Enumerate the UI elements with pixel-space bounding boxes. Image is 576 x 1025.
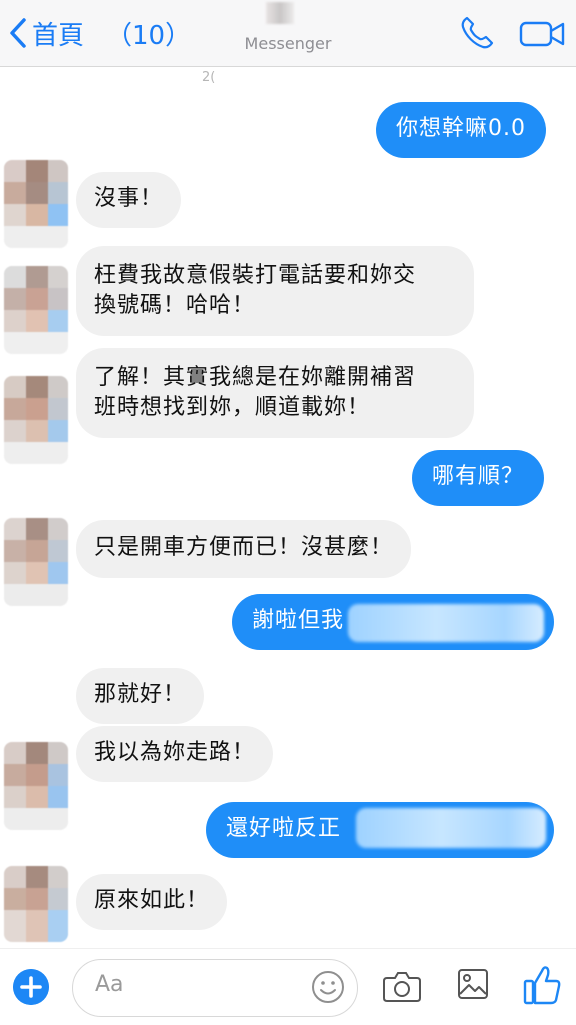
avatar[interactable] [4,266,68,354]
contact-name-redacted [266,2,294,24]
avatar[interactable] [4,518,68,606]
avatar[interactable] [4,376,68,464]
message-incoming[interactable]: 那就好！ [76,668,205,724]
message-incoming[interactable]: 我以為妳走路！ [76,726,274,782]
gallery-icon[interactable] [456,967,490,1001]
message-incoming[interactable]: 沒事！ [76,172,182,228]
camera-icon[interactable] [382,969,422,1003]
redacted-text [356,808,546,848]
chat-header: 首頁 （10） Messenger [0,0,576,67]
thumbs-up-icon[interactable] [522,963,562,1007]
message-outgoing[interactable]: 哪有順？ [412,450,545,506]
redacted-text [348,604,544,642]
avatar[interactable] [4,160,68,248]
message-outgoing[interactable]: 還好啦反正 [206,802,554,858]
emoji-icon[interactable] [310,969,346,1005]
message-incoming[interactable]: 只是開車方便而已！沒甚麼！ [76,520,412,578]
message-outgoing[interactable]: 謝啦但我 [232,594,554,650]
message-composer: Aa [0,948,576,1025]
video-camera-icon[interactable] [518,18,566,50]
message-incoming[interactable]: 了解！其實我總是在妳離開補習 班時想找到妳，順道載妳！ [76,348,474,438]
message-incoming[interactable]: 原來如此！ [76,874,228,930]
message-outgoing[interactable]: 你想幹嘛0.0 [376,102,546,158]
message-input-placeholder: Aa [95,972,124,997]
timestamp: 2( [202,70,216,85]
avatar[interactable] [4,866,68,942]
message-incoming[interactable]: 枉費我故意假裝打電話要和妳交 換號碼！哈哈！ [76,246,474,336]
phone-icon[interactable] [458,14,496,52]
plus-icon[interactable] [13,969,49,1005]
avatar[interactable] [4,742,68,830]
